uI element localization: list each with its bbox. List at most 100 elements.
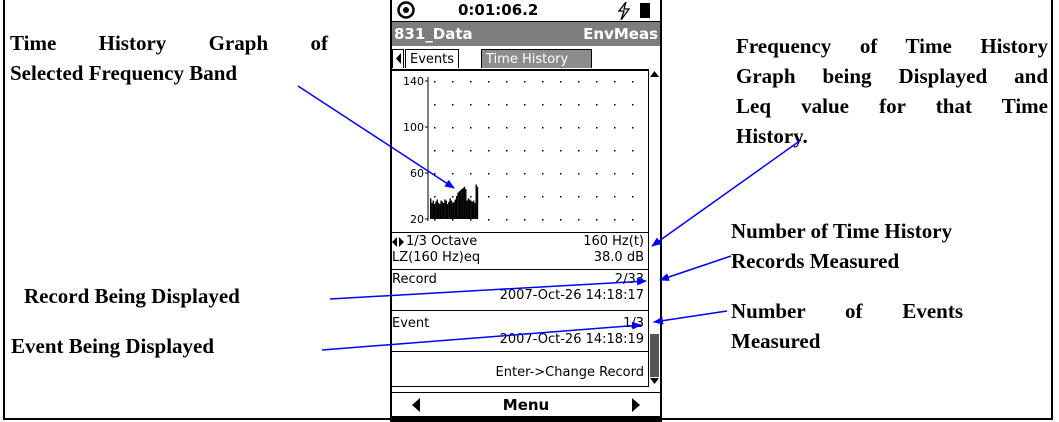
grid-dot — [470, 81, 472, 83]
grid-dot — [596, 150, 598, 152]
grid-dot — [560, 196, 562, 198]
history-bar — [459, 190, 462, 219]
history-bar — [462, 187, 464, 219]
title-right: EnvMeas — [583, 25, 658, 43]
scroll-down-icon[interactable] — [649, 376, 660, 386]
history-bar — [432, 200, 434, 219]
history-bar — [441, 201, 444, 219]
grid-dot — [560, 127, 562, 129]
history-bar — [452, 202, 454, 219]
grid-dot — [524, 127, 526, 129]
grid-dot — [632, 104, 634, 106]
grid-dot — [578, 150, 580, 152]
tab-events[interactable]: Events — [405, 49, 460, 68]
grid-dot — [434, 127, 436, 129]
softkey-right-arrow-icon[interactable] — [630, 397, 642, 413]
history-bar — [448, 201, 450, 219]
band-type: 1/3 Octave — [406, 234, 478, 249]
grid-dot — [596, 173, 598, 175]
grid-dot — [524, 150, 526, 152]
history-bar — [463, 186, 466, 219]
history-bar — [458, 191, 460, 219]
leq-value: 38.0 dB — [593, 250, 644, 265]
history-bar — [470, 200, 472, 219]
grid-dot — [596, 219, 598, 221]
grid-dot — [488, 150, 490, 152]
annotation-line: Number of Events — [731, 299, 963, 323]
grid-dot — [560, 104, 562, 106]
grid-dot — [578, 173, 580, 175]
grid-dot — [488, 127, 490, 129]
grid-dot — [632, 150, 634, 152]
grid-dot — [506, 104, 508, 106]
divider — [392, 351, 648, 352]
grid-dot — [632, 173, 634, 175]
grid-dot — [614, 127, 616, 129]
record-label: Record — [392, 272, 437, 287]
grid-dot — [632, 127, 634, 129]
band-select-arrows-icon[interactable] — [392, 235, 404, 249]
grid-dot — [560, 219, 562, 221]
event-timestamp: 2007-Oct-26 14:18:19 — [499, 332, 644, 347]
divider — [392, 269, 648, 270]
record-timestamp: 2007-Oct-26 14:18:17 — [499, 288, 644, 303]
grid-dot — [578, 196, 580, 198]
grid-dot — [434, 104, 436, 106]
y-tick-label: 60 — [410, 167, 424, 180]
grid-dot — [614, 81, 616, 83]
history-bar — [443, 202, 445, 219]
grid-dot — [542, 173, 544, 175]
history-bar — [461, 189, 463, 219]
grid-dot — [524, 104, 526, 106]
grid-dot — [614, 173, 616, 175]
grid-dot — [524, 81, 526, 83]
y-tick-label: 100 — [403, 121, 424, 134]
grid-dot — [542, 219, 544, 221]
grid-dot — [524, 173, 526, 175]
menu-softkey[interactable]: Menu — [392, 396, 660, 414]
grid-dot — [488, 219, 490, 221]
grid-dot — [506, 150, 508, 152]
grid-dot — [596, 127, 598, 129]
tab-time-history[interactable]: Time History — [481, 49, 592, 68]
grid-dot — [614, 104, 616, 106]
grid-dot — [470, 219, 472, 221]
grid-dot — [434, 150, 436, 152]
annotation-record-displayed: Record Being Displayed — [24, 284, 240, 308]
triangle-left-icon — [396, 53, 401, 64]
grid-dot — [506, 81, 508, 83]
grid-dot — [452, 127, 454, 129]
history-bar — [475, 184, 477, 219]
grid-dot — [470, 150, 472, 152]
annotation-line: Frequency of Time History — [736, 34, 1048, 58]
tab-scroll-left[interactable] — [392, 49, 404, 68]
title-left: 831_Data — [394, 25, 473, 43]
scrollbar-thumb[interactable] — [650, 334, 659, 377]
grid-dot — [560, 150, 562, 152]
grid-dot — [506, 127, 508, 129]
grid-dot — [452, 196, 454, 198]
grid-dot — [452, 104, 454, 106]
annotation-line: Measured — [731, 329, 821, 353]
grid-dot — [542, 104, 544, 106]
history-bar — [466, 200, 468, 219]
scrollbar[interactable] — [648, 69, 660, 387]
grid-dot — [578, 127, 580, 129]
elapsed-time: 0:01:06.2 — [458, 1, 539, 19]
history-bar — [474, 202, 476, 219]
grid-dot — [506, 219, 508, 221]
grid-dot — [470, 196, 472, 198]
history-bar — [471, 201, 473, 219]
tab-row: Events Time History — [392, 46, 660, 71]
grid-dot — [578, 104, 580, 106]
hint-text: Enter->Change Record — [495, 365, 644, 380]
history-bar — [456, 196, 458, 219]
annotation-line: Graph being Displayed and — [736, 64, 1048, 88]
title-bar: 831_Data EnvMeas — [392, 22, 660, 46]
grid-dot — [596, 196, 598, 198]
history-bar — [435, 201, 437, 219]
grid-dot — [488, 173, 490, 175]
grid-dot — [470, 104, 472, 106]
scroll-up-icon[interactable] — [649, 69, 660, 79]
history-bar — [449, 198, 451, 219]
